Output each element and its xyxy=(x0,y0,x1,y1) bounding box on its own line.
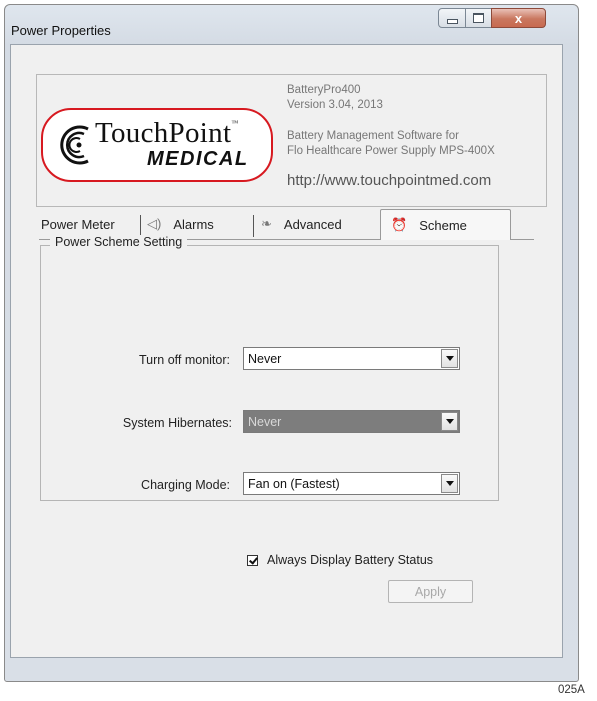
speaker-icon: ◁) xyxy=(147,216,162,231)
maximize-button[interactable] xyxy=(465,8,492,28)
window-title: Power Properties xyxy=(11,23,111,38)
turn-off-monitor-label: Turn off monitor: xyxy=(138,353,230,367)
about-panel: TouchPoint™ MEDICAL BatteryPro400 Versio… xyxy=(36,74,547,207)
chevron-down-icon xyxy=(445,356,454,361)
apply-button[interactable]: Apply xyxy=(388,580,473,603)
tab-advanced[interactable]: ❧ Advanced xyxy=(261,211,342,237)
close-icon: x xyxy=(514,10,523,26)
logo-emblem-icon xyxy=(60,125,89,165)
logo-name: TouchPoint™ xyxy=(95,117,239,149)
maximize-icon xyxy=(473,13,484,23)
always-display-label: Always Display Battery Status xyxy=(267,553,434,567)
always-display-checkbox[interactable] xyxy=(247,554,258,566)
system-hibernates-select[interactable]: Never xyxy=(243,410,460,433)
app-name: BatteryPro400 xyxy=(287,84,361,96)
charging-mode-label: Charging Mode: xyxy=(141,478,230,492)
logo-subtitle: MEDICAL xyxy=(147,148,249,170)
chevron-down-icon xyxy=(445,419,454,424)
title-bar[interactable]: Power Properties x xyxy=(5,5,578,49)
close-button[interactable]: x xyxy=(491,8,546,28)
chevron-down-icon xyxy=(445,481,454,486)
power-scheme-group xyxy=(40,245,499,501)
system-hibernates-label: System Hibernates: xyxy=(122,416,232,430)
tab-separator xyxy=(140,215,141,237)
figure-code: 025A xyxy=(558,684,585,696)
app-version-info: BatteryPro400 Version 3.04, 2013 xyxy=(287,83,383,113)
tab-power-meter[interactable]: Power Meter xyxy=(41,211,115,237)
group-title: Power Scheme Setting xyxy=(50,235,188,249)
website-link[interactable]: http://www.touchpointmed.com xyxy=(287,172,491,189)
turn-off-monitor-select[interactable]: Never xyxy=(243,347,460,370)
minimize-icon xyxy=(446,18,458,24)
dropdown-button[interactable] xyxy=(441,349,458,368)
advanced-icon: ❧ xyxy=(261,216,272,231)
dropdown-button[interactable] xyxy=(441,474,458,493)
tab-alarms[interactable]: ◁) Alarms xyxy=(147,211,214,237)
clock-icon: ⏰ xyxy=(391,217,408,232)
tab-scheme[interactable]: ⏰ Scheme xyxy=(380,209,511,240)
app-description: Battery Management Software for Flo Heal… xyxy=(287,130,495,157)
dropdown-button[interactable] xyxy=(441,412,458,431)
app-version: Version 3.04, 2013 xyxy=(287,99,383,111)
touchpoint-logo: TouchPoint™ MEDICAL xyxy=(41,108,273,182)
charging-mode-select[interactable]: Fan on (Fastest) xyxy=(243,472,460,495)
always-display-battery-status[interactable]: Always Display Battery Status xyxy=(247,552,433,568)
minimize-button[interactable] xyxy=(438,8,466,28)
tab-separator xyxy=(253,215,254,237)
